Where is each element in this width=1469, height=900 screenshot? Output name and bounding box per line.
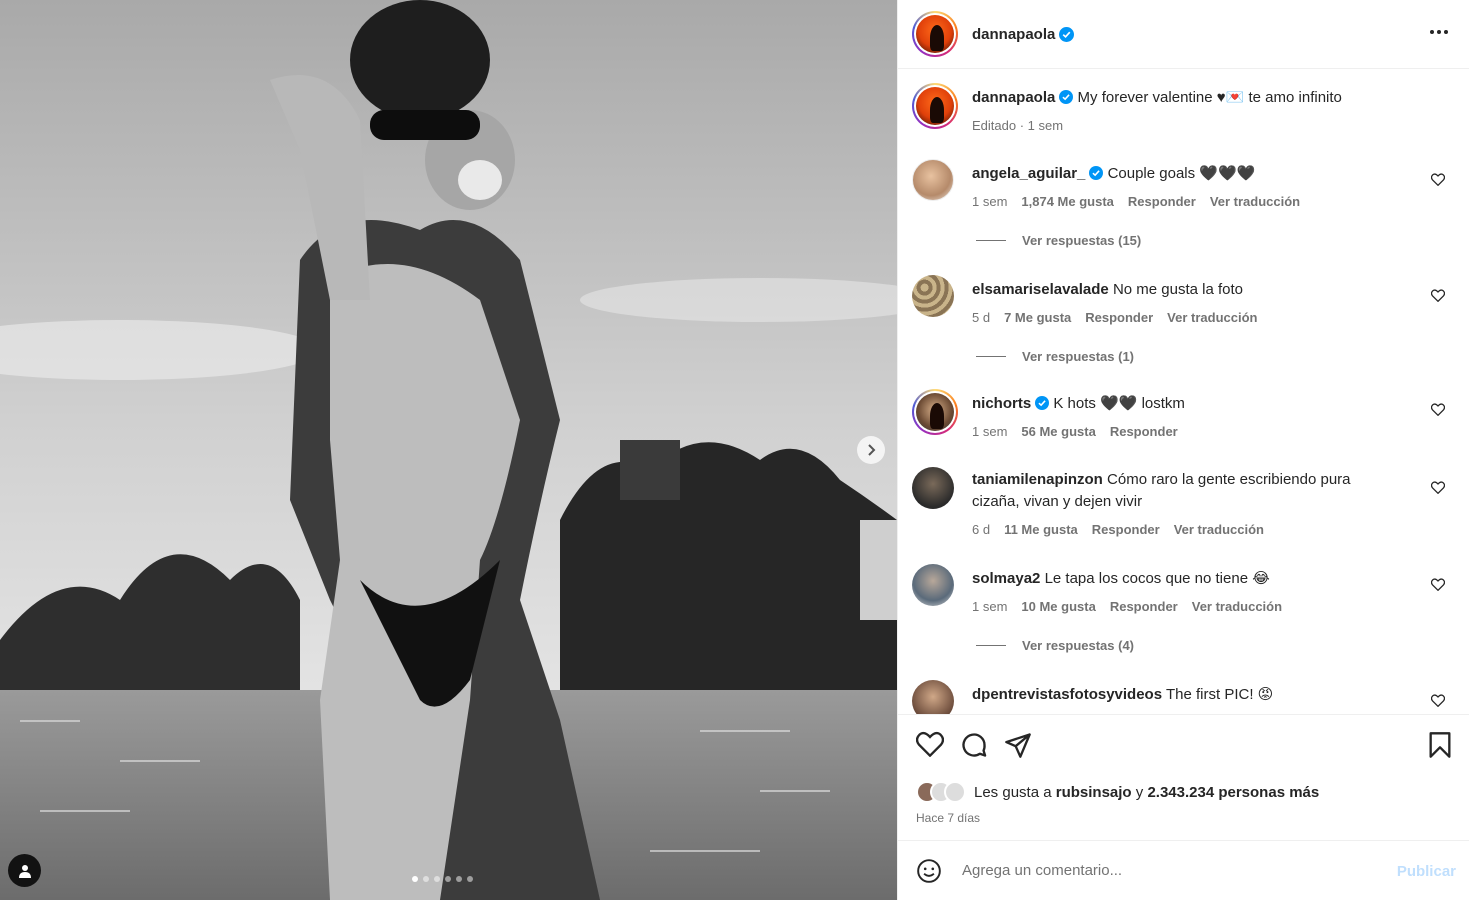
emoji-icon[interactable]	[916, 858, 942, 884]
next-slide-button[interactable]	[857, 436, 885, 464]
post-actions: Les gusta a rubsinsajo y 2.343.234 perso…	[898, 714, 1469, 840]
comment-text: The first PIC! 😡	[1165, 686, 1274, 703]
share-send-icon[interactable]	[1004, 731, 1032, 759]
commenter-avatar[interactable]	[912, 467, 954, 509]
comment-likes[interactable]: 7 Me gusta	[1004, 307, 1071, 329]
reply-button[interactable]: Responder	[1092, 519, 1160, 541]
caption-text: My forever valentine ♥💌 te amo infinito	[1077, 89, 1342, 106]
comment-text: No me gusta la foto	[1112, 281, 1244, 298]
heart-icon[interactable]	[1431, 173, 1445, 186]
caption-meta: Editado · 1 sem	[972, 118, 1064, 133]
verified-icon	[1059, 26, 1075, 42]
heart-icon[interactable]	[1431, 578, 1445, 591]
commenter-avatar[interactable]	[912, 275, 954, 317]
post-media[interactable]	[0, 0, 897, 900]
comment-username[interactable]: elsamariselavalade	[972, 281, 1109, 298]
translate-button[interactable]: Ver traducción	[1174, 519, 1264, 541]
translate-button[interactable]: Ver traducción	[1192, 596, 1282, 618]
comment-time[interactable]: 6 d	[972, 519, 990, 541]
heart-icon[interactable]	[1431, 481, 1445, 494]
view-replies-button[interactable]: Ver respuestas (4)	[976, 638, 1134, 653]
more-icon	[1430, 30, 1448, 34]
reply-button[interactable]: Responder	[1085, 307, 1153, 329]
caption-username[interactable]: dannapaola	[972, 89, 1055, 106]
like-heart-icon[interactable]	[916, 731, 944, 757]
likes-summary[interactable]: Les gusta a rubsinsajo y 2.343.234 perso…	[916, 781, 1319, 803]
author-avatar[interactable]	[912, 11, 958, 57]
comment-likes[interactable]: 11 Me gusta	[1004, 519, 1078, 541]
comment-username[interactable]: nichorts	[972, 395, 1031, 412]
verified-icon	[1059, 90, 1074, 104]
comment-time[interactable]: 1 sem	[972, 596, 1007, 618]
reply-button[interactable]: Responder	[1110, 421, 1178, 443]
caption-avatar[interactable]	[912, 83, 958, 129]
comment-username[interactable]: solmaya2	[972, 570, 1040, 587]
liker-username[interactable]: rubsinsajo	[1056, 784, 1132, 801]
comment-text: K hots 🖤🖤 lostkm	[1053, 395, 1185, 412]
translate-button[interactable]: Ver traducción	[1210, 191, 1300, 213]
comment-username[interactable]: taniamilenapinzon	[972, 471, 1103, 488]
post-photo	[0, 0, 897, 900]
comment-time[interactable]: 1 sem	[972, 421, 1007, 443]
comment-likes[interactable]: 56 Me gusta	[1021, 421, 1095, 443]
verified-icon	[1035, 396, 1050, 410]
user-icon	[18, 864, 31, 878]
comment-time[interactable]: 1 sem	[972, 191, 1007, 213]
heart-icon[interactable]	[1431, 289, 1445, 302]
slide-indicator	[412, 876, 473, 882]
view-replies-button[interactable]: Ver respuestas (1)	[976, 349, 1134, 364]
translate-button[interactable]: Ver traducción	[1167, 307, 1257, 329]
comment-username[interactable]: angela_aguilar_	[972, 165, 1085, 182]
comments-list[interactable]: dannapaola My forever valentine ♥💌 te am…	[898, 69, 1469, 714]
publish-button[interactable]: Publicar	[1397, 863, 1456, 880]
comment-bubble-icon[interactable]	[960, 731, 988, 759]
reply-button[interactable]: Responder	[1110, 596, 1178, 618]
author-username[interactable]: dannapaola	[972, 26, 1055, 43]
view-replies-button[interactable]: Ver respuestas (15)	[976, 233, 1141, 248]
commenter-avatar[interactable]	[912, 389, 958, 435]
post-panel: dannapaola dannapaola My forever valenti…	[897, 0, 1469, 900]
tagged-users-button[interactable]	[8, 854, 41, 887]
add-comment-bar: Agrega un comentario... Publicar	[898, 840, 1469, 900]
comment-likes[interactable]: 10 Me gusta	[1021, 596, 1095, 618]
chevron-right-icon	[868, 444, 876, 456]
comment-input[interactable]: Agrega un comentario...	[962, 862, 1122, 879]
likes-count[interactable]: 2.343.234 personas más	[1147, 784, 1319, 801]
heart-icon[interactable]	[1431, 403, 1445, 416]
commenter-avatar[interactable]	[912, 159, 954, 201]
more-options-button[interactable]	[1429, 22, 1449, 40]
likers-avatars	[916, 781, 966, 803]
heart-icon[interactable]	[1431, 694, 1445, 707]
comment-username[interactable]: dpentrevistasfotosyvideos	[972, 686, 1162, 703]
commenter-avatar[interactable]	[912, 564, 954, 606]
post-time[interactable]: Hace 7 días	[916, 811, 980, 825]
comment-time[interactable]: 5 d	[972, 307, 990, 329]
reply-button[interactable]: Responder	[1128, 191, 1196, 213]
bookmark-icon[interactable]	[1428, 731, 1452, 759]
commenter-avatar[interactable]	[912, 680, 954, 714]
comment-likes[interactable]: 1,874 Me gusta	[1021, 191, 1114, 213]
verified-icon	[1089, 166, 1104, 180]
comment-text: Le tapa los cocos que no tiene 😂	[1044, 570, 1270, 587]
comment-text: Couple goals 🖤🖤🖤	[1107, 165, 1256, 182]
post-header: dannapaola	[898, 0, 1469, 69]
